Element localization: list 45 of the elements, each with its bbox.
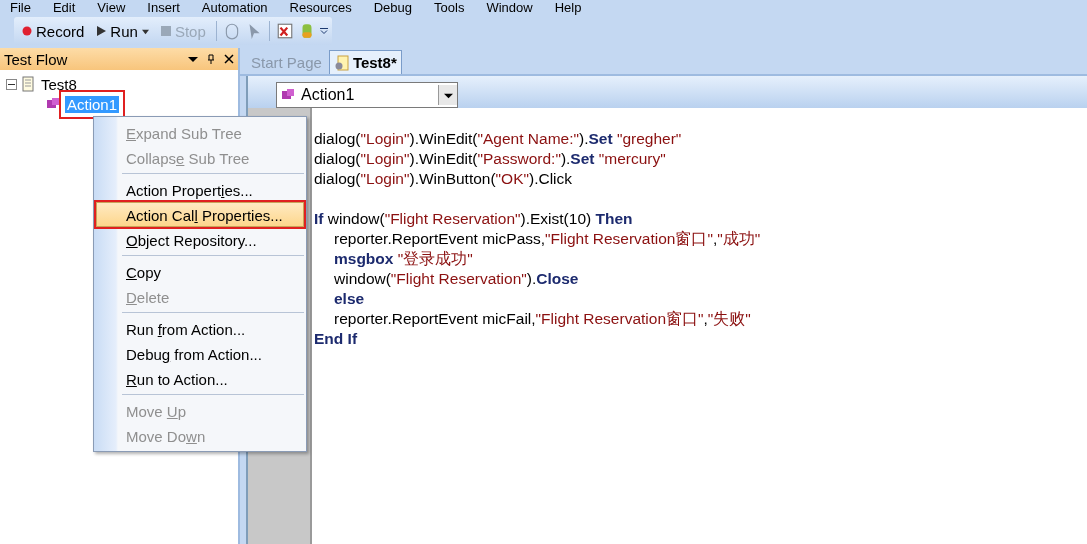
code-line: End If [314, 329, 358, 349]
spreadsheet-icon [275, 22, 294, 40]
record-button[interactable]: Record [18, 20, 89, 42]
menu-item[interactable]: File [10, 1, 31, 14]
menu-item[interactable]: Debug from Action... [96, 341, 304, 366]
caret-icon [141, 27, 149, 35]
code-line: else [333, 289, 365, 309]
menu-item[interactable]: Action Properties... [96, 177, 304, 202]
code-line: dialog("Login").WinButton("OK").Click [314, 169, 573, 189]
code-line: reporter.ReportEvent micFail,"Flight Reservation窗口","失败" [333, 309, 751, 329]
run-button[interactable]: Run [92, 20, 153, 42]
code-line: If window("Flight Reservation").Exist(10) Then [314, 209, 633, 229]
code-line: reporter.ReportEvent micPass,"Flight Reservation窗口","成功" [333, 229, 761, 249]
menu-item[interactable]: Tools [434, 1, 465, 14]
menu-item[interactable]: Help [554, 1, 582, 14]
menu-item[interactable]: Action Call Properties... [96, 202, 304, 227]
code-editor[interactable] [312, 108, 1087, 544]
test-icon [20, 76, 36, 92]
code-line: window("Flight Reservation").Close [333, 269, 579, 289]
panel-title: Test Flow [4, 50, 69, 68]
menu-item[interactable]: Edit [52, 1, 76, 14]
code-line: dialog("Login").WinEdit("Password:").Set "mercury" [314, 149, 666, 169]
document-tab[interactable]: Test8* [328, 50, 402, 74]
code-line: dialog("Login").WinEdit("Agent Name:").Set "gregher" [314, 129, 682, 149]
menu-item[interactable]: Automation [201, 1, 268, 14]
record-icon [22, 26, 32, 36]
play-icon [96, 26, 107, 36]
document-icon [333, 54, 350, 71]
menu-item[interactable]: Debug [373, 1, 413, 14]
pin-icon [206, 54, 216, 64]
tree-item[interactable]: Test8 [39, 75, 79, 93]
menu-item[interactable]: Resources [289, 1, 352, 14]
menu-item[interactable]: Copy [96, 259, 304, 284]
dropdown-icon [188, 54, 198, 64]
menu-item[interactable]: Run from Action... [96, 316, 304, 341]
menu-item[interactable]: View [97, 1, 126, 14]
menu-item[interactable]: Run to Action... [96, 366, 304, 391]
overflow-icon [319, 28, 328, 34]
menu-item[interactable]: Object Repository... [96, 227, 304, 252]
menu-item[interactable]: Window [486, 1, 533, 14]
stop-icon [160, 26, 171, 36]
close-icon [224, 54, 234, 64]
code-line: msgbox "登录成功" [333, 249, 473, 269]
action-dropdown[interactable]: Action1 [276, 82, 458, 108]
menu-item[interactable]: Insert [147, 1, 180, 14]
